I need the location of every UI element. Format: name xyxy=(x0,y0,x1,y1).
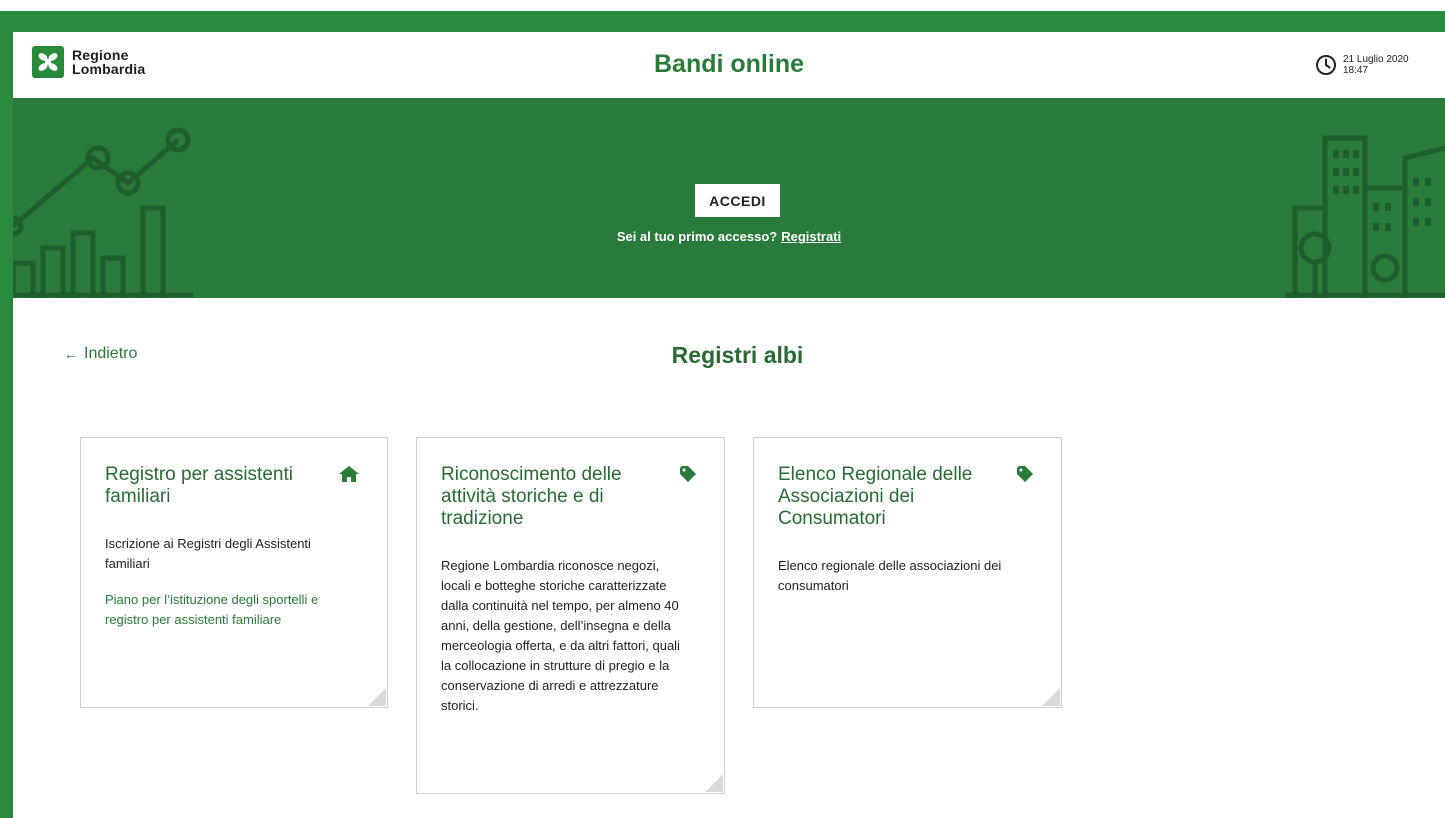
header: Regione Lombardia Bandi online 21 Luglio… xyxy=(13,32,1445,98)
card-associazioni-consumatori[interactable]: Elenco Regionale delle Associazioni dei … xyxy=(753,437,1062,708)
card-title: Registro per assistenti familiari xyxy=(105,464,293,507)
card-title: Riconoscimento delle attività storiche e… xyxy=(441,464,622,529)
register-link[interactable]: Registrati xyxy=(781,229,841,244)
card-link[interactable]: Piano per l’istituzione degli sportelli … xyxy=(105,590,355,630)
card-attivita-storiche[interactable]: Riconoscimento delle attività storiche e… xyxy=(416,437,725,794)
top-frame xyxy=(0,0,1445,32)
card-description: Regione Lombardia riconosce negozi, loca… xyxy=(441,558,680,713)
card-title: Elenco Regionale delle Associazioni dei … xyxy=(778,464,973,529)
page-fold-icon xyxy=(1042,688,1060,706)
home-icon xyxy=(339,466,359,482)
app-title: Bandi online xyxy=(654,50,804,78)
card-description: Iscrizione ai Registri degli Assistenti … xyxy=(105,536,311,571)
clock-icon xyxy=(1316,55,1336,75)
page-fold-icon xyxy=(368,688,386,706)
card-registro-assistenti[interactable]: Registro per assistenti familiari Iscriz… xyxy=(80,437,388,708)
tag-icon xyxy=(1017,466,1033,482)
card-description: Elenco regionale delle associazioni dei … xyxy=(778,558,1002,593)
page-fold-icon xyxy=(705,774,723,792)
login-banner: ACCEDI Sei al tuo primo accesso? Registra… xyxy=(13,98,1445,298)
tag-icon xyxy=(680,466,696,482)
date-time: 21 Luglio 2020 18:47 xyxy=(1315,54,1445,76)
city-illustration-icon xyxy=(1285,135,1445,298)
login-button[interactable]: ACCEDI xyxy=(695,184,780,217)
chart-illustration-icon xyxy=(13,127,193,298)
first-access-text: Sei al tuo primo accesso? xyxy=(616,229,778,244)
left-frame xyxy=(0,11,13,818)
first-access-prompt: Sei al tuo primo accesso? Registrati xyxy=(13,229,1445,244)
page-title: Registri albi xyxy=(671,342,804,368)
current-date: 21 Luglio 2020 xyxy=(1343,54,1409,65)
current-time: 18:47 xyxy=(1343,65,1369,76)
